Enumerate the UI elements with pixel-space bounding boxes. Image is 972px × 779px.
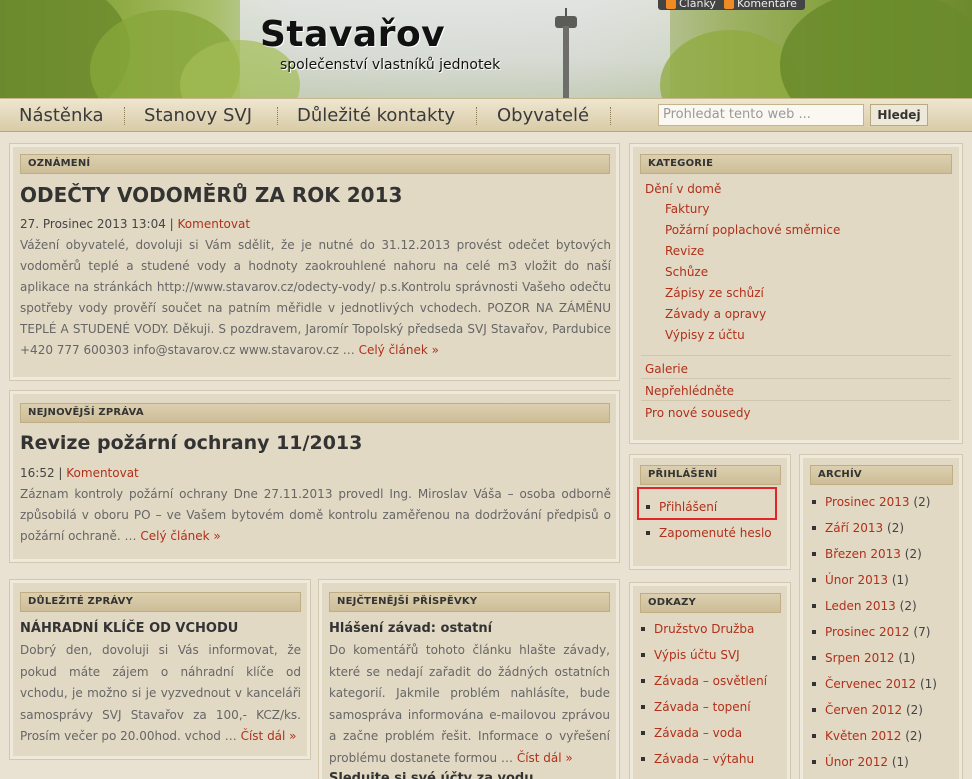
archive-item: Červen 2012 (2) [812, 703, 923, 717]
archive-item: Prosinec 2013 (2) [811, 495, 931, 509]
category-link[interactable]: Nepřehlédněte [645, 384, 734, 398]
archive-item: Únor 2012 (1) [812, 755, 909, 769]
category-link[interactable]: Zápisy ze schůzí [665, 286, 764, 300]
archive-item: Květen 2012 (2) [811, 729, 923, 743]
section-header: ARCHÍV [810, 465, 953, 485]
section-header: ODKAZY [640, 593, 781, 613]
archive-item: Leden 2013 (2) [812, 599, 917, 613]
external-link[interactable]: Výpis účtu SVJ [641, 648, 740, 662]
external-link[interactable]: Závada – výtahu [640, 752, 754, 766]
nav-item-kontakty[interactable]: Důležité kontakty [297, 105, 455, 126]
divider [641, 378, 951, 379]
tv-tower-image [553, 8, 579, 98]
site-title[interactable]: Stavařov [260, 14, 445, 55]
rss-icon [723, 0, 734, 9]
site-header: Stavařov společenství vlastníků jednotek… [0, 0, 972, 98]
feed-comments-link[interactable]: Komentáře [723, 0, 797, 10]
divider [641, 355, 951, 356]
archive-link[interactable]: Květen 2012 [825, 729, 901, 743]
post-excerpt: Dobrý den, dovoluji si Vás informovat, ž… [20, 643, 301, 743]
comment-link[interactable]: Komentovat [178, 217, 251, 231]
archive-link[interactable]: Únor 2013 [825, 573, 888, 587]
nav-separator [610, 107, 611, 125]
post-excerpt: Do komentářů tohoto článku hlašte závady… [329, 643, 610, 765]
archive-link[interactable]: Srpen 2012 [825, 651, 895, 665]
category-link[interactable]: Dění v domě [645, 182, 721, 196]
archive-item: Srpen 2012 (1) [811, 651, 916, 665]
read-more-link[interactable]: Celý článek » [359, 343, 439, 357]
external-link[interactable]: Družstvo Družba [640, 622, 754, 636]
highlight-box [637, 487, 777, 520]
post-time: 16:52 [20, 466, 55, 480]
section-header: PŘIHLÁŠENÍ [640, 465, 781, 485]
category-link[interactable]: Závady a opravy [665, 307, 766, 321]
post-title[interactable]: ODEČTY VODOMĚRŮ ZA ROK 2013 [20, 183, 402, 207]
archive-item: Červenec 2012 (1) [812, 677, 937, 691]
archive-link[interactable]: Červen 2012 [825, 703, 902, 717]
archive-item: Září 2013 (2) [811, 521, 905, 535]
post-meta: 16:52 | Komentovat [20, 466, 139, 480]
archive-link[interactable]: Březen 2013 [825, 547, 901, 561]
section-header: NEJČTENĚJŠÍ PŘÍSPĚVKY [329, 592, 610, 612]
nav-item-stanovy[interactable]: Stanovy SVJ [144, 105, 252, 126]
divider [641, 400, 951, 401]
archive-link[interactable]: Červenec 2012 [825, 677, 916, 691]
header-tree [660, 30, 800, 98]
category-link[interactable]: Faktury [665, 202, 709, 216]
rss-icon [666, 0, 676, 9]
announcement-box: OZNÁMENÍ ODEČTY VODOMĚRŮ ZA ROK 2013 27.… [9, 143, 620, 381]
section-header: OZNÁMENÍ [20, 154, 610, 174]
nav-item-obyvatele[interactable]: Obyvatelé [497, 105, 589, 126]
post-title-next[interactable]: Sledujte si své účty za vodu [329, 771, 534, 779]
category-link[interactable]: Revize [665, 244, 704, 258]
site-subtitle: společenství vlastníků jednotek [280, 57, 501, 73]
category-link[interactable]: Schůze [665, 265, 708, 279]
category-link[interactable]: Požární poplachové směrnice [665, 223, 840, 237]
archive-link[interactable]: Únor 2012 [825, 755, 888, 769]
archive-link[interactable]: Prosinec 2013 [825, 495, 910, 509]
post-excerpt: Vážení obyvatelé, dovoluji si Vám sdělit… [20, 238, 611, 357]
archive-item: Březen 2013 (2) [812, 547, 922, 561]
post-meta: 27. Prosinec 2013 13:04 | Komentovat [20, 217, 251, 231]
section-header: DŮLEŽITÉ ZPRÁVY [20, 592, 301, 612]
read-more-link[interactable]: Číst dál » [517, 751, 573, 765]
nav-separator [124, 107, 125, 125]
category-link[interactable]: Výpisy z účtu [665, 328, 745, 342]
feed-articles-link[interactable]: Články [666, 0, 716, 10]
nav-separator [277, 107, 278, 125]
nav-item-nastenka[interactable]: Nástěnka [19, 105, 104, 126]
category-link[interactable]: Galerie [645, 362, 688, 376]
comment-link[interactable]: Komentovat [66, 466, 139, 480]
important-news-box: DŮLEŽITÉ ZPRÁVY NÁHRADNÍ KLÍČE OD VCHODU… [9, 579, 311, 760]
forgot-password-link[interactable]: Zapomenuté heslo [646, 526, 772, 540]
nav-separator [476, 107, 477, 125]
search-button[interactable]: Hledej [870, 104, 928, 126]
post-excerpt: Záznam kontroly požární ochrany Dne 27.1… [20, 487, 611, 543]
search-input[interactable]: Prohledat tento web ... [658, 104, 864, 126]
archive-link[interactable]: Září 2013 [825, 521, 883, 535]
most-read-box: NEJČTENĚJŠÍ PŘÍSPĚVKY Hlášení závad: ost… [318, 579, 620, 779]
post-date: 27. Prosinec 2013 13:04 [20, 217, 166, 231]
external-link[interactable]: Závada – voda [640, 726, 742, 740]
archive-link[interactable]: Leden 2013 [825, 599, 896, 613]
section-header: KATEGORIE [640, 154, 952, 174]
read-more-link[interactable]: Číst dál » [241, 729, 297, 743]
section-header: NEJNOVĚJŠÍ ZPRÁVA [20, 403, 610, 423]
archive-link[interactable]: Prosinec 2012 [825, 625, 910, 639]
post-title[interactable]: Hlášení závad: ostatní [329, 621, 492, 636]
archive-item: Únor 2013 (1) [812, 573, 909, 587]
post-title[interactable]: Revize požární ochrany 11/2013 [20, 432, 362, 454]
feed-links: Články Komentáře [658, 0, 805, 10]
latest-news-box: NEJNOVĚJŠÍ ZPRÁVA Revize požární ochrany… [9, 390, 620, 563]
external-link[interactable]: Závada – osvětlení [640, 674, 767, 688]
post-title[interactable]: NÁHRADNÍ KLÍČE OD VCHODU [20, 621, 238, 636]
header-tree [780, 0, 972, 98]
category-link[interactable]: Pro nové sousedy [645, 406, 751, 420]
external-link[interactable]: Závada – topení [641, 700, 751, 714]
read-more-link[interactable]: Celý článek » [140, 529, 220, 543]
archive-item: Prosinec 2012 (7) [811, 625, 931, 639]
